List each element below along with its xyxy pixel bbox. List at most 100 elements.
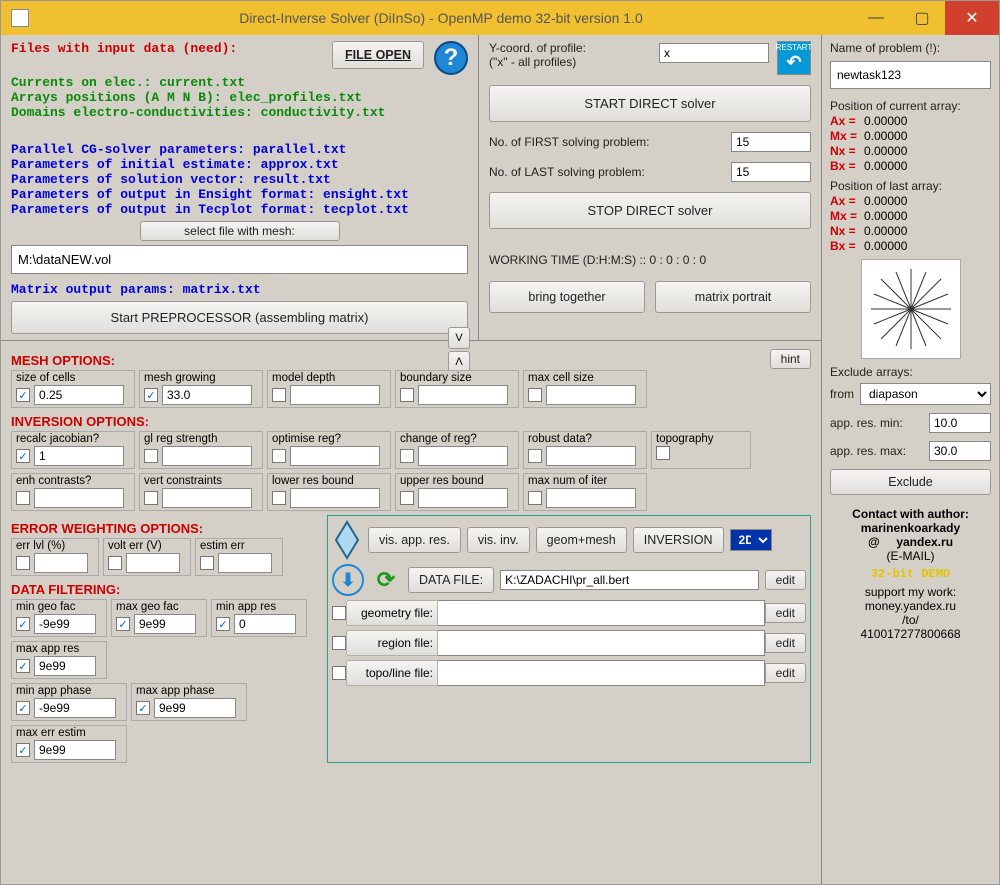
maximize-button[interactable]: ▢ bbox=[899, 1, 945, 35]
start-direct-button[interactable]: START DIRECT solver bbox=[489, 85, 811, 122]
exclude-arrays-label: Exclude arrays: bbox=[830, 365, 991, 379]
option-gl_reg: gl reg strength bbox=[139, 431, 263, 469]
option-volt_err-checkbox[interactable] bbox=[108, 556, 122, 570]
option-recalc: recalc jacobian?✓ bbox=[11, 431, 135, 469]
option-min_app-input[interactable] bbox=[234, 614, 296, 634]
option-gl_reg-input[interactable] bbox=[162, 446, 252, 466]
option-max_cell-checkbox[interactable] bbox=[528, 388, 542, 402]
option-robust-checkbox[interactable] bbox=[528, 449, 542, 463]
option-mesh_grow-checkbox[interactable]: ✓ bbox=[144, 388, 158, 402]
refresh-icon[interactable]: ⟳ bbox=[370, 564, 402, 596]
select-mesh-button[interactable]: select file with mesh: bbox=[140, 221, 340, 241]
geom-mesh-button[interactable]: geom+mesh bbox=[536, 527, 627, 553]
matrix-portrait-button[interactable]: matrix portrait bbox=[655, 281, 811, 313]
region-file-edit-button[interactable]: edit bbox=[765, 633, 806, 653]
diamond-arrow-icon[interactable] bbox=[332, 520, 362, 560]
option-vert-checkbox[interactable] bbox=[144, 491, 158, 505]
option-min_geo-input[interactable] bbox=[34, 614, 96, 634]
option-model_depth-checkbox[interactable] bbox=[272, 388, 286, 402]
option-estim-input[interactable] bbox=[218, 553, 272, 573]
option-max_err-checkbox[interactable]: ✓ bbox=[16, 743, 30, 757]
option-gl_reg-checkbox[interactable] bbox=[144, 449, 158, 463]
option-max_geo-input[interactable] bbox=[134, 614, 196, 634]
dimension-select[interactable]: 2D bbox=[730, 529, 772, 551]
region-file-input[interactable] bbox=[438, 630, 765, 656]
problem-name-input[interactable] bbox=[830, 61, 991, 89]
vis-app-res-button[interactable]: vis. app. res. bbox=[368, 527, 461, 553]
option-recalc-input[interactable] bbox=[34, 446, 124, 466]
data-file-input[interactable] bbox=[500, 570, 759, 590]
bring-together-button[interactable]: bring together bbox=[489, 281, 645, 313]
topo-file-checkbox[interactable] bbox=[332, 666, 346, 680]
down-circle-icon[interactable]: ⬇ bbox=[332, 564, 364, 596]
help-icon[interactable]: ? bbox=[434, 41, 468, 75]
first-problem-input[interactable] bbox=[731, 132, 811, 152]
res-max-input[interactable] bbox=[929, 441, 991, 461]
option-min_phase-input[interactable] bbox=[34, 698, 116, 718]
option-mesh_grow-input[interactable] bbox=[162, 385, 252, 405]
start-preprocessor-button[interactable]: Start PREPROCESSOR (assembling matrix) bbox=[11, 301, 468, 334]
option-err_lvl-checkbox[interactable] bbox=[16, 556, 30, 570]
option-low_res-input[interactable] bbox=[290, 488, 380, 508]
option-max_phase-checkbox[interactable]: ✓ bbox=[136, 701, 150, 715]
vis-inv-button[interactable]: vis. inv. bbox=[467, 527, 530, 553]
option-topo-checkbox[interactable] bbox=[656, 446, 670, 460]
option-enh-input[interactable] bbox=[34, 488, 124, 508]
topo-file-input[interactable] bbox=[438, 660, 765, 686]
option-enh: enh contrasts? bbox=[11, 473, 135, 511]
close-button[interactable]: ✕ bbox=[945, 1, 999, 35]
option-enh-checkbox[interactable] bbox=[16, 491, 30, 505]
topo-file-edit-button[interactable]: edit bbox=[765, 663, 806, 683]
option-min_app-checkbox[interactable]: ✓ bbox=[216, 617, 230, 631]
option-up_res-input[interactable] bbox=[418, 488, 508, 508]
option-opt_reg-input[interactable] bbox=[290, 446, 380, 466]
option-max_app-input[interactable] bbox=[34, 656, 96, 676]
input-files-header: Files with input data (need): bbox=[11, 41, 322, 56]
collapse-down-button[interactable]: V bbox=[448, 327, 470, 349]
stop-direct-button[interactable]: STOP DIRECT solver bbox=[489, 192, 811, 229]
last-problem-input[interactable] bbox=[731, 162, 811, 182]
option-estim-checkbox[interactable] bbox=[200, 556, 214, 570]
data-file-edit-button[interactable]: edit bbox=[765, 570, 806, 590]
option-boundary-input[interactable] bbox=[418, 385, 508, 405]
option-chg_reg-input[interactable] bbox=[418, 446, 508, 466]
option-max_iter-checkbox[interactable] bbox=[528, 491, 542, 505]
option-min_geo-checkbox[interactable]: ✓ bbox=[16, 617, 30, 631]
option-max_app-checkbox[interactable]: ✓ bbox=[16, 659, 30, 673]
option-robust-input[interactable] bbox=[546, 446, 636, 466]
res-min-input[interactable] bbox=[929, 413, 991, 433]
exclude-from-select[interactable]: diapason bbox=[860, 383, 991, 405]
option-recalc-checkbox[interactable]: ✓ bbox=[16, 449, 30, 463]
option-max_err-input[interactable] bbox=[34, 740, 116, 760]
inversion-button[interactable]: INVERSION bbox=[633, 527, 724, 553]
geometry-file-checkbox[interactable] bbox=[332, 606, 346, 620]
option-volt_err-input[interactable] bbox=[126, 553, 180, 573]
region-file-checkbox[interactable] bbox=[332, 636, 346, 650]
ycoord-input[interactable] bbox=[659, 43, 769, 63]
mesh-path-input[interactable] bbox=[11, 245, 468, 274]
option-min_phase-checkbox[interactable]: ✓ bbox=[16, 701, 30, 715]
geometry-file-input[interactable] bbox=[438, 600, 765, 626]
geometry-file-edit-button[interactable]: edit bbox=[765, 603, 806, 623]
exclude-button[interactable]: Exclude bbox=[830, 469, 991, 495]
option-boundary-checkbox[interactable] bbox=[400, 388, 414, 402]
option-size_cells-checkbox[interactable]: ✓ bbox=[16, 388, 30, 402]
option-opt_reg-checkbox[interactable] bbox=[272, 449, 286, 463]
option-err_lvl-input[interactable] bbox=[34, 553, 88, 573]
option-max_phase-input[interactable] bbox=[154, 698, 236, 718]
option-up_res-checkbox[interactable] bbox=[400, 491, 414, 505]
option-max_iter-input[interactable] bbox=[546, 488, 636, 508]
restart-button[interactable]: RESTART ↶ bbox=[777, 41, 811, 75]
minimize-button[interactable]: — bbox=[853, 1, 899, 35]
option-model_depth-input[interactable] bbox=[290, 385, 380, 405]
option-vert-input[interactable] bbox=[162, 488, 252, 508]
option-chg_reg-checkbox[interactable] bbox=[400, 449, 414, 463]
matrix-line: Matrix output params: matrix.txt bbox=[11, 282, 468, 297]
option-max_cell-input[interactable] bbox=[546, 385, 636, 405]
file-open-button[interactable]: FILE OPEN bbox=[332, 41, 424, 69]
option-max_geo-checkbox[interactable]: ✓ bbox=[116, 617, 130, 631]
option-opt_reg: optimise reg? bbox=[267, 431, 391, 469]
option-low_res-checkbox[interactable] bbox=[272, 491, 286, 505]
option-size_cells-input[interactable] bbox=[34, 385, 124, 405]
hint-button[interactable]: hint bbox=[770, 349, 811, 369]
